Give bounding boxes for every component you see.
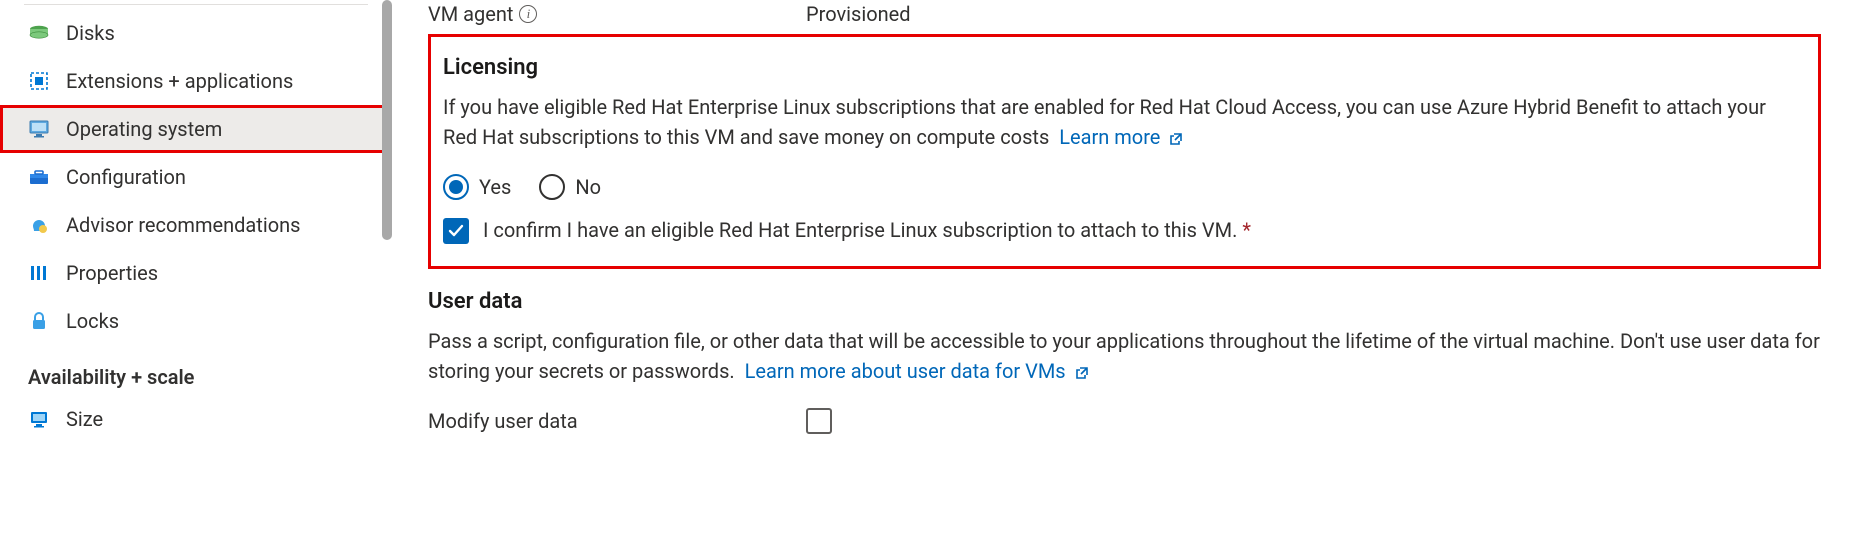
info-icon[interactable]: i bbox=[519, 5, 537, 23]
user-data-title: User data bbox=[428, 289, 1821, 314]
licensing-confirm-row[interactable]: I confirm I have an eligible Red Hat Ent… bbox=[443, 218, 1802, 244]
modify-user-data-label: Modify user data bbox=[428, 409, 806, 433]
sidebar-item-disks[interactable]: Disks bbox=[0, 9, 392, 57]
sidebar-item-label: Extensions + applications bbox=[66, 69, 293, 93]
disks-icon bbox=[28, 22, 50, 44]
sidebar-item-label: Advisor recommendations bbox=[66, 213, 300, 237]
modify-user-data-row: Modify user data bbox=[428, 408, 1821, 434]
licensing-section: Licensing If you have eligible Red Hat E… bbox=[428, 34, 1821, 269]
radio-label-no: No bbox=[575, 175, 601, 199]
sidebar-item-operating-system[interactable]: Operating system bbox=[0, 105, 392, 153]
sidebar: Disks Extensions + applications Operatin… bbox=[0, 0, 392, 540]
sidebar-item-properties[interactable]: Properties bbox=[0, 249, 392, 297]
sidebar-item-label: Size bbox=[66, 407, 103, 431]
licensing-learn-more-link[interactable]: Learn more bbox=[1059, 125, 1183, 149]
toolbox-icon bbox=[28, 166, 50, 188]
vm-agent-value: Provisioned bbox=[806, 2, 911, 26]
licensing-radio-yes[interactable]: Yes bbox=[443, 174, 511, 200]
extensions-icon bbox=[28, 70, 50, 92]
advisor-icon bbox=[28, 214, 50, 236]
vm-agent-key: VM agent i bbox=[428, 2, 806, 26]
properties-icon bbox=[28, 262, 50, 284]
link-text: Learn more about user data for VMs bbox=[745, 359, 1066, 383]
sidebar-item-size[interactable]: Size bbox=[0, 395, 392, 443]
radio-label-yes: Yes bbox=[479, 175, 511, 199]
radio-checked-icon bbox=[443, 174, 469, 200]
sidebar-item-label: Disks bbox=[66, 21, 115, 45]
user-data-description-text: Pass a script, configuration file, or ot… bbox=[428, 329, 1820, 383]
external-link-icon bbox=[1164, 125, 1183, 149]
licensing-confirm-label: I confirm I have an eligible Red Hat Ent… bbox=[483, 218, 1251, 242]
external-link-icon bbox=[1070, 359, 1089, 383]
sidebar-item-advisor[interactable]: Advisor recommendations bbox=[0, 201, 392, 249]
licensing-radio-no[interactable]: No bbox=[539, 174, 601, 200]
vm-agent-row: VM agent i Provisioned bbox=[428, 2, 1821, 26]
scrollbar[interactable] bbox=[382, 0, 392, 240]
licensing-radio-group: Yes No bbox=[443, 174, 1802, 200]
sidebar-item-label: Configuration bbox=[66, 165, 186, 189]
radio-unchecked-icon bbox=[539, 174, 565, 200]
sidebar-item-label: Locks bbox=[66, 309, 119, 333]
modify-user-data-checkbox[interactable] bbox=[806, 408, 832, 434]
checkbox-checked-icon bbox=[443, 218, 469, 244]
sidebar-item-extensions[interactable]: Extensions + applications bbox=[0, 57, 392, 105]
licensing-description: If you have eligible Red Hat Enterprise … bbox=[443, 92, 1802, 152]
licensing-title: Licensing bbox=[443, 55, 1802, 80]
main-content: VM agent i Provisioned Licensing If you … bbox=[392, 0, 1861, 540]
monitor-icon bbox=[28, 118, 50, 140]
size-icon bbox=[28, 408, 50, 430]
sidebar-item-configuration[interactable]: Configuration bbox=[0, 153, 392, 201]
licensing-confirm-text: I confirm I have an eligible Red Hat Ent… bbox=[483, 218, 1237, 242]
sidebar-section-availability-scale: Availability + scale bbox=[0, 345, 392, 395]
user-data-learn-more-link[interactable]: Learn more about user data for VMs bbox=[745, 359, 1089, 383]
sidebar-item-locks[interactable]: Locks bbox=[0, 297, 392, 345]
divider bbox=[24, 4, 368, 5]
sidebar-item-label: Properties bbox=[66, 261, 158, 285]
sidebar-item-label: Operating system bbox=[66, 117, 222, 141]
required-asterisk: * bbox=[1242, 218, 1251, 242]
user-data-description: Pass a script, configuration file, or ot… bbox=[428, 326, 1821, 386]
lock-icon bbox=[28, 310, 50, 332]
user-data-section: User data Pass a script, configuration f… bbox=[428, 289, 1821, 434]
link-text: Learn more bbox=[1059, 125, 1160, 149]
vm-agent-label: VM agent bbox=[428, 2, 513, 26]
